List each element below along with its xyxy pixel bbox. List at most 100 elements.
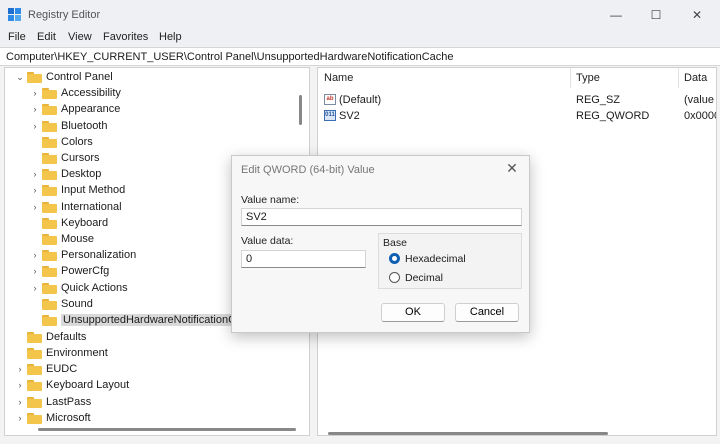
minimize-button[interactable]: — bbox=[596, 4, 636, 26]
tree-node[interactable]: › Accessibility bbox=[30, 85, 121, 101]
tree-node[interactable]: › Appearance bbox=[30, 101, 121, 117]
tree-label: Mouse bbox=[61, 233, 95, 245]
close-button[interactable]: ✕ bbox=[677, 4, 717, 26]
menu-file[interactable]: File bbox=[8, 31, 26, 43]
hexadecimal-radio[interactable] bbox=[389, 253, 400, 264]
folder-icon bbox=[27, 71, 42, 83]
tree-node[interactable]: › Microsoft bbox=[15, 410, 91, 426]
chevron-right-icon[interactable]: › bbox=[30, 283, 40, 293]
folder-icon bbox=[42, 201, 57, 213]
menu-bar: File Edit View Favorites Help bbox=[0, 30, 720, 46]
folder-icon bbox=[42, 103, 57, 115]
tree-node[interactable]: Cursors bbox=[30, 150, 100, 166]
folder-icon bbox=[42, 168, 57, 180]
tree-node[interactable]: Sound bbox=[30, 296, 93, 312]
value-data: 0x0000 bbox=[684, 110, 717, 122]
list-row[interactable]: 011 SV2 REG_QWORD 0x0000 bbox=[322, 108, 716, 124]
chevron-right-icon[interactable]: › bbox=[15, 364, 25, 374]
tree-node[interactable]: › Desktop bbox=[30, 166, 102, 182]
tree-node[interactable]: › Keyboard Layout bbox=[15, 377, 130, 393]
tree-label: Environment bbox=[46, 347, 108, 359]
tree-vertical-scrollbar[interactable] bbox=[299, 95, 302, 125]
tree-node[interactable]: › International bbox=[30, 199, 122, 215]
folder-icon bbox=[27, 412, 42, 424]
chevron-right-icon[interactable]: › bbox=[30, 250, 40, 260]
cancel-button[interactable]: Cancel bbox=[455, 303, 519, 322]
tree-label: Quick Actions bbox=[61, 282, 128, 294]
menu-favorites[interactable]: Favorites bbox=[103, 31, 148, 43]
chevron-right-icon[interactable]: › bbox=[15, 380, 25, 390]
value-name: SV2 bbox=[339, 110, 360, 122]
tree-label: Defaults bbox=[46, 331, 87, 343]
folder-icon bbox=[42, 249, 57, 261]
column-header-name[interactable]: Name bbox=[324, 72, 353, 84]
value-name-field[interactable] bbox=[241, 208, 522, 226]
folder-icon bbox=[42, 120, 57, 132]
folder-icon bbox=[42, 233, 57, 245]
tree-horizontal-scrollbar[interactable] bbox=[38, 428, 296, 431]
tree-node[interactable]: Mouse bbox=[30, 231, 94, 247]
folder-icon bbox=[27, 347, 42, 359]
list-horizontal-scrollbar[interactable] bbox=[328, 432, 608, 435]
chevron-right-icon[interactable]: › bbox=[30, 121, 40, 131]
chevron-right-icon[interactable]: › bbox=[30, 185, 40, 195]
tree-node[interactable]: › EUDC bbox=[15, 361, 78, 377]
registry-editor-icon bbox=[8, 8, 21, 21]
list-row[interactable]: ab (Default) REG_SZ (value bbox=[322, 92, 714, 108]
tree-node[interactable]: › Bluetooth bbox=[30, 118, 108, 134]
tree-node[interactable]: › Personalization bbox=[30, 247, 137, 263]
tree-node[interactable]: › PowerCfg bbox=[30, 263, 110, 279]
value-name-label: Value name: bbox=[241, 194, 300, 206]
folder-icon bbox=[42, 282, 57, 294]
column-header-data[interactable]: Data bbox=[684, 72, 707, 84]
tree-label: Appearance bbox=[61, 103, 121, 115]
hexadecimal-label[interactable]: Hexadecimal bbox=[405, 253, 466, 265]
folder-icon bbox=[42, 87, 57, 99]
chevron-right-icon[interactable]: › bbox=[15, 397, 25, 407]
folder-icon bbox=[42, 298, 57, 310]
title-bar: Registry Editor — ☐ ✕ bbox=[0, 0, 720, 30]
menu-edit[interactable]: Edit bbox=[37, 31, 56, 43]
maximize-button[interactable]: ☐ bbox=[636, 4, 676, 26]
decimal-radio[interactable] bbox=[389, 272, 400, 283]
chevron-down-icon[interactable]: ⌄ bbox=[15, 72, 25, 83]
tree-node[interactable]: › Quick Actions bbox=[30, 280, 128, 296]
tree-node[interactable]: Keyboard bbox=[30, 215, 108, 231]
menu-help[interactable]: Help bbox=[159, 31, 182, 43]
tree-node[interactable]: Defaults bbox=[15, 329, 86, 345]
dialog-title: Edit QWORD (64-bit) Value bbox=[241, 164, 375, 176]
folder-icon bbox=[42, 136, 57, 148]
folder-icon bbox=[42, 217, 57, 229]
tree-node[interactable]: › LastPass bbox=[15, 394, 92, 410]
base-group: Base Hexadecimal Decimal bbox=[378, 233, 522, 289]
tree-label: Sound bbox=[61, 298, 93, 310]
decimal-label[interactable]: Decimal bbox=[405, 272, 443, 284]
column-header-type[interactable]: Type bbox=[576, 72, 600, 84]
tree-label: LastPass bbox=[46, 396, 92, 408]
tree-node[interactable]: Environment bbox=[15, 345, 108, 361]
tree-node-selected[interactable]: UnsupportedHardwareNotificationC bbox=[30, 312, 239, 328]
column-divider[interactable] bbox=[570, 68, 571, 88]
value-data-field[interactable] bbox=[241, 250, 366, 268]
menu-view[interactable]: View bbox=[68, 31, 92, 43]
tree-node-control-panel[interactable]: ⌄ Control Panel bbox=[15, 69, 112, 85]
chevron-right-icon[interactable]: › bbox=[30, 169, 40, 179]
tree-node[interactable]: Colors bbox=[30, 134, 93, 150]
tree-node[interactable]: › Input Method bbox=[30, 182, 126, 198]
chevron-right-icon[interactable]: › bbox=[30, 104, 40, 114]
chevron-right-icon[interactable]: › bbox=[15, 413, 25, 423]
tree-label: Personalization bbox=[61, 249, 137, 261]
chevron-right-icon[interactable]: › bbox=[30, 88, 40, 98]
dialog-close-icon[interactable]: ✕ bbox=[503, 160, 521, 178]
tree-label: Accessibility bbox=[61, 87, 121, 99]
folder-icon bbox=[42, 184, 57, 196]
value-data: (value bbox=[684, 94, 714, 106]
folder-icon bbox=[42, 265, 57, 277]
column-divider[interactable] bbox=[678, 68, 679, 88]
ok-button[interactable]: OK bbox=[381, 303, 445, 322]
tree-label: Microsoft bbox=[46, 412, 91, 424]
chevron-right-icon[interactable]: › bbox=[30, 202, 40, 212]
chevron-right-icon[interactable]: › bbox=[30, 266, 40, 276]
address-bar[interactable]: Computer\HKEY_CURRENT_USER\Control Panel… bbox=[0, 47, 720, 66]
tree-label: Desktop bbox=[61, 168, 102, 180]
